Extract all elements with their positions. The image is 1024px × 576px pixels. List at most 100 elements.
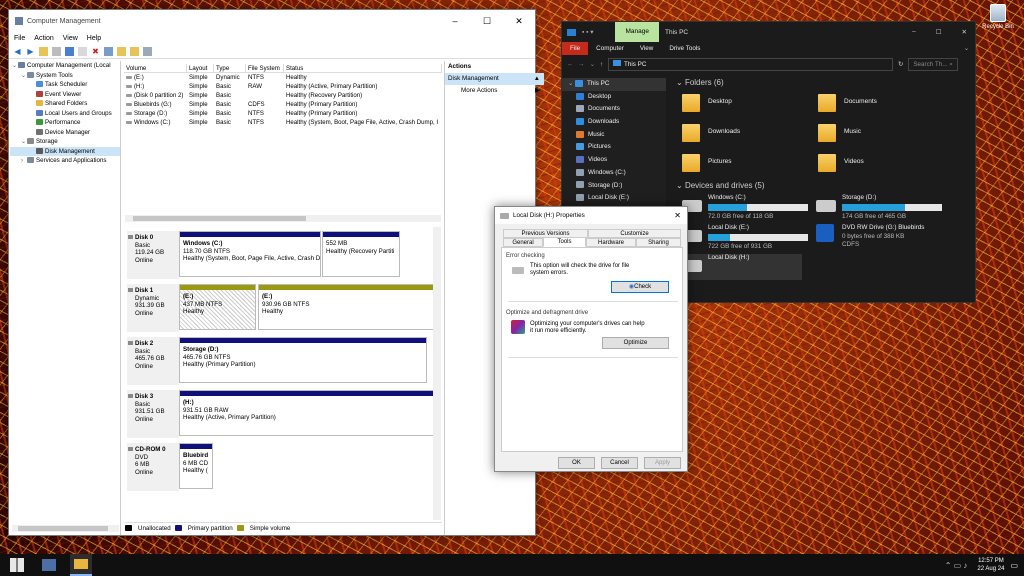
notifications-icon[interactable]: ▭ bbox=[1010, 561, 1018, 570]
nav-item[interactable]: Music bbox=[562, 129, 666, 142]
tree-item[interactable]: ⌄ System Tools bbox=[10, 71, 120, 81]
start-button[interactable] bbox=[10, 558, 24, 572]
tree-item[interactable]: ⌄ Computer Management (Local bbox=[10, 61, 120, 71]
disk-label[interactable]: Disk 1 Dynamic 931.39 GB Online bbox=[127, 284, 179, 332]
ribbon-drive-tools-tab[interactable]: Drive Tools bbox=[661, 45, 708, 52]
drive-item[interactable]: DVD RW Drive (G:) Bluebirds 0 bytes free … bbox=[816, 224, 956, 260]
partition[interactable]: (E:) 437 MB NTFS Healthy bbox=[179, 284, 256, 330]
tree-item[interactable]: Local Users and Groups bbox=[10, 109, 120, 119]
properties-icon[interactable] bbox=[52, 47, 61, 56]
nav-item[interactable]: Windows (C:) bbox=[562, 167, 666, 180]
column-header[interactable]: Layout bbox=[187, 64, 214, 72]
manage-tab[interactable]: Manage bbox=[615, 22, 659, 42]
column-header[interactable]: Status bbox=[284, 64, 442, 72]
volume-list-scrollbar[interactable] bbox=[125, 215, 441, 222]
column-header[interactable]: File System bbox=[246, 64, 284, 72]
explorer-minimize-button[interactable]: – bbox=[912, 28, 916, 36]
nav-item[interactable]: ⌄ This PC bbox=[562, 78, 666, 91]
tree-item[interactable]: › Services and Applications bbox=[10, 156, 120, 166]
check-button[interactable]: ◉Check bbox=[611, 281, 669, 293]
help-icon[interactable] bbox=[65, 47, 74, 56]
dialog-close-button[interactable]: ✕ bbox=[674, 211, 681, 220]
menu-action[interactable]: Action bbox=[34, 35, 53, 42]
nav-item[interactable]: Pictures bbox=[562, 141, 666, 154]
tree-item[interactable]: Event Viewer bbox=[10, 90, 120, 100]
tree-item[interactable]: Device Manager bbox=[10, 128, 120, 138]
nav-expand-icon[interactable]: ⌄ bbox=[568, 80, 575, 87]
menu-view[interactable]: View bbox=[63, 35, 78, 42]
explorer-maximize-button[interactable]: ☐ bbox=[936, 28, 942, 36]
partition[interactable]: 552 MB Healthy (Recovery Partiti bbox=[322, 231, 400, 277]
taskbar-explorer-icon[interactable] bbox=[70, 554, 92, 576]
menu-file[interactable]: File bbox=[14, 35, 25, 42]
tray-icons[interactable]: ⌃ ▭ ♪ bbox=[945, 561, 968, 570]
ribbon-computer-tab[interactable]: Computer bbox=[588, 45, 632, 52]
volume-row[interactable]: (Disk 0 partition 2) Simple Basic Healthy (… bbox=[124, 91, 442, 100]
disk-label[interactable]: CD-ROM 0 DVD 6 MB Online bbox=[127, 443, 179, 491]
drive-item[interactable]: Local Disk (H:) bbox=[682, 254, 802, 280]
volume-row[interactable]: Windows (C:) Simple Basic NTFS Healthy (Syst… bbox=[124, 118, 442, 127]
tab-customize[interactable]: Customize bbox=[588, 229, 681, 238]
nav-back-icon[interactable]: ← bbox=[567, 61, 573, 68]
nav-item[interactable]: Desktop bbox=[562, 91, 666, 104]
partition[interactable]: (H:) 931.51 GB RAW Healthy (Active, Primar… bbox=[179, 390, 440, 436]
expand-ribbon-icon[interactable]: ⌄ bbox=[964, 45, 969, 52]
forward-icon[interactable]: ▶ bbox=[26, 47, 35, 56]
tree-item[interactable]: ⌄ Storage bbox=[10, 137, 120, 147]
list-icon[interactable] bbox=[143, 47, 152, 56]
nav-up-icon[interactable]: ↑ bbox=[600, 61, 603, 68]
tab-hardware[interactable]: Hardware bbox=[586, 238, 636, 247]
refresh-icon[interactable]: ↻ bbox=[898, 61, 903, 68]
partition[interactable]: (E:) 930.96 GB NTFS Healthy bbox=[258, 284, 440, 330]
maximize-button[interactable]: ☐ bbox=[471, 16, 503, 27]
clock[interactable]: 12:57 PM 22 Aug 24 bbox=[977, 557, 1004, 573]
column-header[interactable]: Type bbox=[214, 64, 246, 72]
search-folder-icon[interactable] bbox=[130, 47, 139, 56]
optimize-button[interactable]: Optimize bbox=[602, 337, 669, 349]
volume-row[interactable]: (H:) Simple Basic RAW Healthy (Active, Prima… bbox=[124, 82, 442, 91]
check-disk-icon[interactable] bbox=[104, 47, 113, 56]
disk-label[interactable]: Disk 3 Basic 931.51 GB Online bbox=[127, 390, 179, 438]
delete-icon[interactable]: ✖ bbox=[91, 47, 100, 56]
ok-button[interactable]: OK bbox=[558, 457, 595, 469]
tree-item[interactable]: Disk Management bbox=[10, 146, 120, 156]
recent-icon[interactable]: ⌄ bbox=[590, 61, 595, 68]
column-header[interactable]: Volume bbox=[124, 64, 187, 72]
action-more-actions[interactable]: More Actions ▶ bbox=[445, 85, 544, 97]
disk-label[interactable]: Disk 0 Basic 119.24 GB Online bbox=[127, 231, 179, 279]
up-folder-icon[interactable] bbox=[39, 47, 48, 56]
disk-map-scrollbar[interactable] bbox=[433, 227, 441, 520]
action-disk-management[interactable]: Disk Management ▲ bbox=[445, 73, 544, 85]
taskbar-computer-management-icon[interactable] bbox=[42, 559, 56, 571]
ribbon-view-tab[interactable]: View bbox=[632, 45, 662, 52]
apply-button[interactable]: Apply bbox=[644, 457, 681, 469]
nav-item[interactable]: Documents bbox=[562, 103, 666, 116]
search-input[interactable]: Search Th... ⌕ bbox=[908, 57, 959, 71]
address-input[interactable]: This PC bbox=[608, 57, 894, 71]
cm-titlebar[interactable]: Computer Management – ☐ ✕ bbox=[9, 10, 535, 32]
explorer-titlebar[interactable]: ▪ ▪ ▾ Manage This PC – ☐ ✕ bbox=[562, 22, 975, 42]
tab-sharing[interactable]: Sharing bbox=[636, 238, 681, 247]
dialog-titlebar[interactable]: Local Disk (H:) Properties ✕ bbox=[495, 207, 687, 224]
open-folder-icon[interactable] bbox=[117, 47, 126, 56]
partition[interactable]: Windows (C:) 118.70 GB NTFS Healthy (Syste… bbox=[179, 231, 321, 277]
volume-row[interactable]: Bluebirds (G:) Simple Basic CDFS Healthy (Pr… bbox=[124, 100, 442, 109]
partition[interactable]: Storage (D:) 465.76 GB NTFS Healthy (Prima… bbox=[179, 337, 427, 383]
explorer-close-button[interactable]: ✕ bbox=[962, 28, 967, 36]
back-icon[interactable]: ◀ bbox=[13, 47, 22, 56]
tree-item[interactable]: Task Scheduler bbox=[10, 80, 120, 90]
nav-item[interactable]: Storage (D:) bbox=[562, 180, 666, 193]
ribbon-file-tab[interactable]: File bbox=[562, 42, 589, 55]
console-icon[interactable] bbox=[78, 47, 87, 56]
nav-item[interactable]: Downloads bbox=[562, 116, 666, 129]
tab-tools[interactable]: Tools bbox=[543, 237, 586, 247]
recycle-bin[interactable]: Recycle Bin bbox=[978, 4, 1018, 30]
menu-help[interactable]: Help bbox=[87, 35, 101, 42]
tab-general[interactable]: General bbox=[503, 238, 543, 247]
disk-label[interactable]: Disk 2 Basic 465.76 GB Online bbox=[127, 337, 179, 385]
nav-forward-icon[interactable]: → bbox=[578, 61, 584, 68]
tree-item[interactable]: Shared Folders bbox=[10, 99, 120, 109]
tree-scrollbar[interactable] bbox=[12, 525, 119, 532]
nav-item[interactable]: Local Disk (E:) bbox=[562, 192, 666, 205]
volume-row[interactable]: (E:) Simple Dynamic NTFS Healthy bbox=[124, 73, 442, 82]
